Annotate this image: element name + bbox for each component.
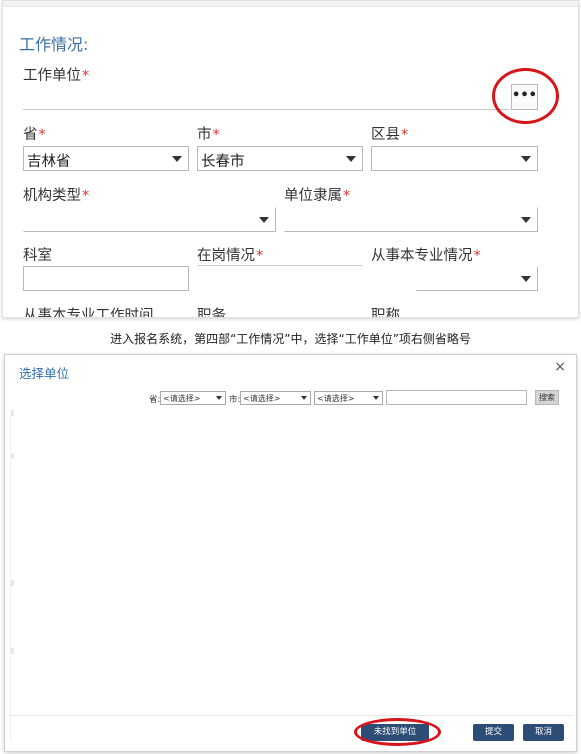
dialog-province-select[interactable]: <请选择> [160, 391, 226, 405]
position-label: 职务 [197, 308, 226, 318]
city-select[interactable]: 长春市 [197, 146, 363, 171]
search-button[interactable]: 搜索 [535, 390, 559, 405]
required-mark: * [82, 68, 90, 84]
search-input[interactable] [386, 390, 527, 405]
cancel-button[interactable]: 取消 [523, 724, 564, 741]
department-input[interactable] [23, 266, 189, 291]
work-unit-label: 工作单位* [23, 68, 90, 84]
dialog-province-label: 省: [149, 395, 161, 405]
dialog-city-select[interactable]: <请选择> [240, 391, 311, 405]
chevron-down-icon [346, 156, 356, 162]
dialog-district-select[interactable]: <请选择> [314, 391, 383, 405]
dialog-footer-divider [10, 715, 572, 716]
major-work-label: 从事本专业情况* [371, 248, 481, 264]
unit-affiliation-select[interactable] [284, 207, 538, 232]
annotation-circle [492, 68, 559, 124]
org-type-select[interactable] [23, 207, 276, 232]
chevron-down-icon [259, 217, 269, 223]
province-select[interactable]: 吉林省 [23, 146, 189, 171]
city-label: 市* [197, 127, 220, 143]
major-work-select[interactable] [416, 266, 538, 291]
caption-text: 进入报名系统，第四部“工作情况”中，选择“工作单位”项右侧省略号 [110, 332, 471, 346]
title-label: 职称 [371, 308, 400, 318]
on-duty-field[interactable] [197, 240, 363, 266]
work-unit-input[interactable] [23, 84, 509, 110]
section-title: 工作情况: [19, 35, 89, 54]
dialog-body-edge [10, 415, 11, 740]
chevron-down-icon [172, 156, 182, 162]
chevron-down-icon [216, 396, 222, 400]
select-unit-dialog: 选择单位 × 省: <请选择> 市: <请选择> <请选择> 搜索 未找到单位 … [4, 354, 577, 752]
close-icon[interactable]: × [554, 359, 566, 375]
chevron-down-icon [373, 396, 379, 400]
district-select[interactable] [371, 146, 538, 171]
province-label: 省* [23, 127, 46, 143]
chevron-down-icon [301, 396, 307, 400]
unit-affiliation-label: 单位隶属* [284, 188, 351, 204]
annotation-circle [354, 718, 441, 746]
dialog-city-label: 市: [229, 395, 241, 405]
work-info-form-screenshot: 工作情况: 工作单位* ••• 省* 吉林省 市* 长春市 区县* 机构类型* … [2, 0, 579, 318]
chevron-down-icon [521, 156, 531, 162]
district-label: 区县* [371, 127, 409, 143]
top-border [3, 1, 578, 7]
dialog-title: 选择单位 [19, 366, 70, 381]
chevron-down-icon [521, 217, 531, 223]
major-work-time-label: 从事本专业工作时间 [23, 308, 154, 318]
chevron-down-icon [521, 276, 531, 282]
department-label: 科室 [23, 248, 52, 264]
submit-button[interactable]: 提交 [473, 724, 514, 741]
